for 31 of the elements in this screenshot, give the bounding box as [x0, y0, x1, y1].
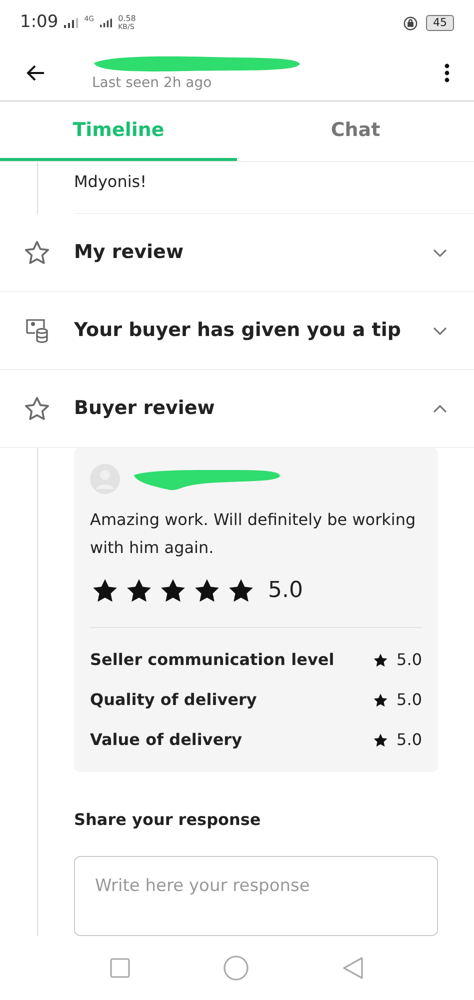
section-title[interactable]: My review — [74, 238, 430, 267]
recents-icon[interactable] — [110, 958, 130, 978]
home-icon[interactable] — [222, 955, 249, 981]
battery-level: 45 — [426, 15, 454, 32]
star-outline-icon — [23, 394, 51, 422]
more-options-icon[interactable] — [444, 63, 450, 84]
tab[interactable]: Chat — [237, 102, 474, 161]
status-time: 1:09 — [20, 11, 58, 34]
section-title[interactable]: Your buyer has given you a tip — [74, 316, 430, 345]
rotation-lock-icon — [403, 16, 418, 31]
last-seen-status: Last seen 2h ago — [92, 74, 213, 93]
signal-icon — [100, 18, 112, 28]
criterion-rating: 5.0 — [396, 649, 422, 671]
overall-rating: 5.0 — [268, 577, 303, 605]
signal-icon — [64, 18, 78, 28]
star-icon — [372, 692, 389, 708]
response-field[interactable]: Write here your response — [74, 856, 438, 936]
criterion-label: Value of delivery — [90, 729, 243, 751]
star-outline-icon — [23, 238, 51, 266]
criterion-label: Quality of delivery — [90, 689, 258, 711]
response-label: Share your response — [74, 809, 262, 831]
criterion-rating: 5.0 — [396, 729, 422, 751]
back-icon[interactable] — [342, 956, 364, 980]
message-text: Mdyonis! — [74, 172, 147, 191]
star-icon — [372, 732, 389, 748]
star-icon — [372, 652, 389, 668]
criterion-label: Seller communication level — [90, 649, 336, 671]
section-title[interactable]: Buyer review — [74, 394, 430, 423]
criterion-rating: 5.0 — [396, 689, 422, 711]
network-speed: 0.58 — [118, 15, 136, 24]
review-text: Amazing work. Will definitely be working with him again. — [90, 509, 417, 559]
